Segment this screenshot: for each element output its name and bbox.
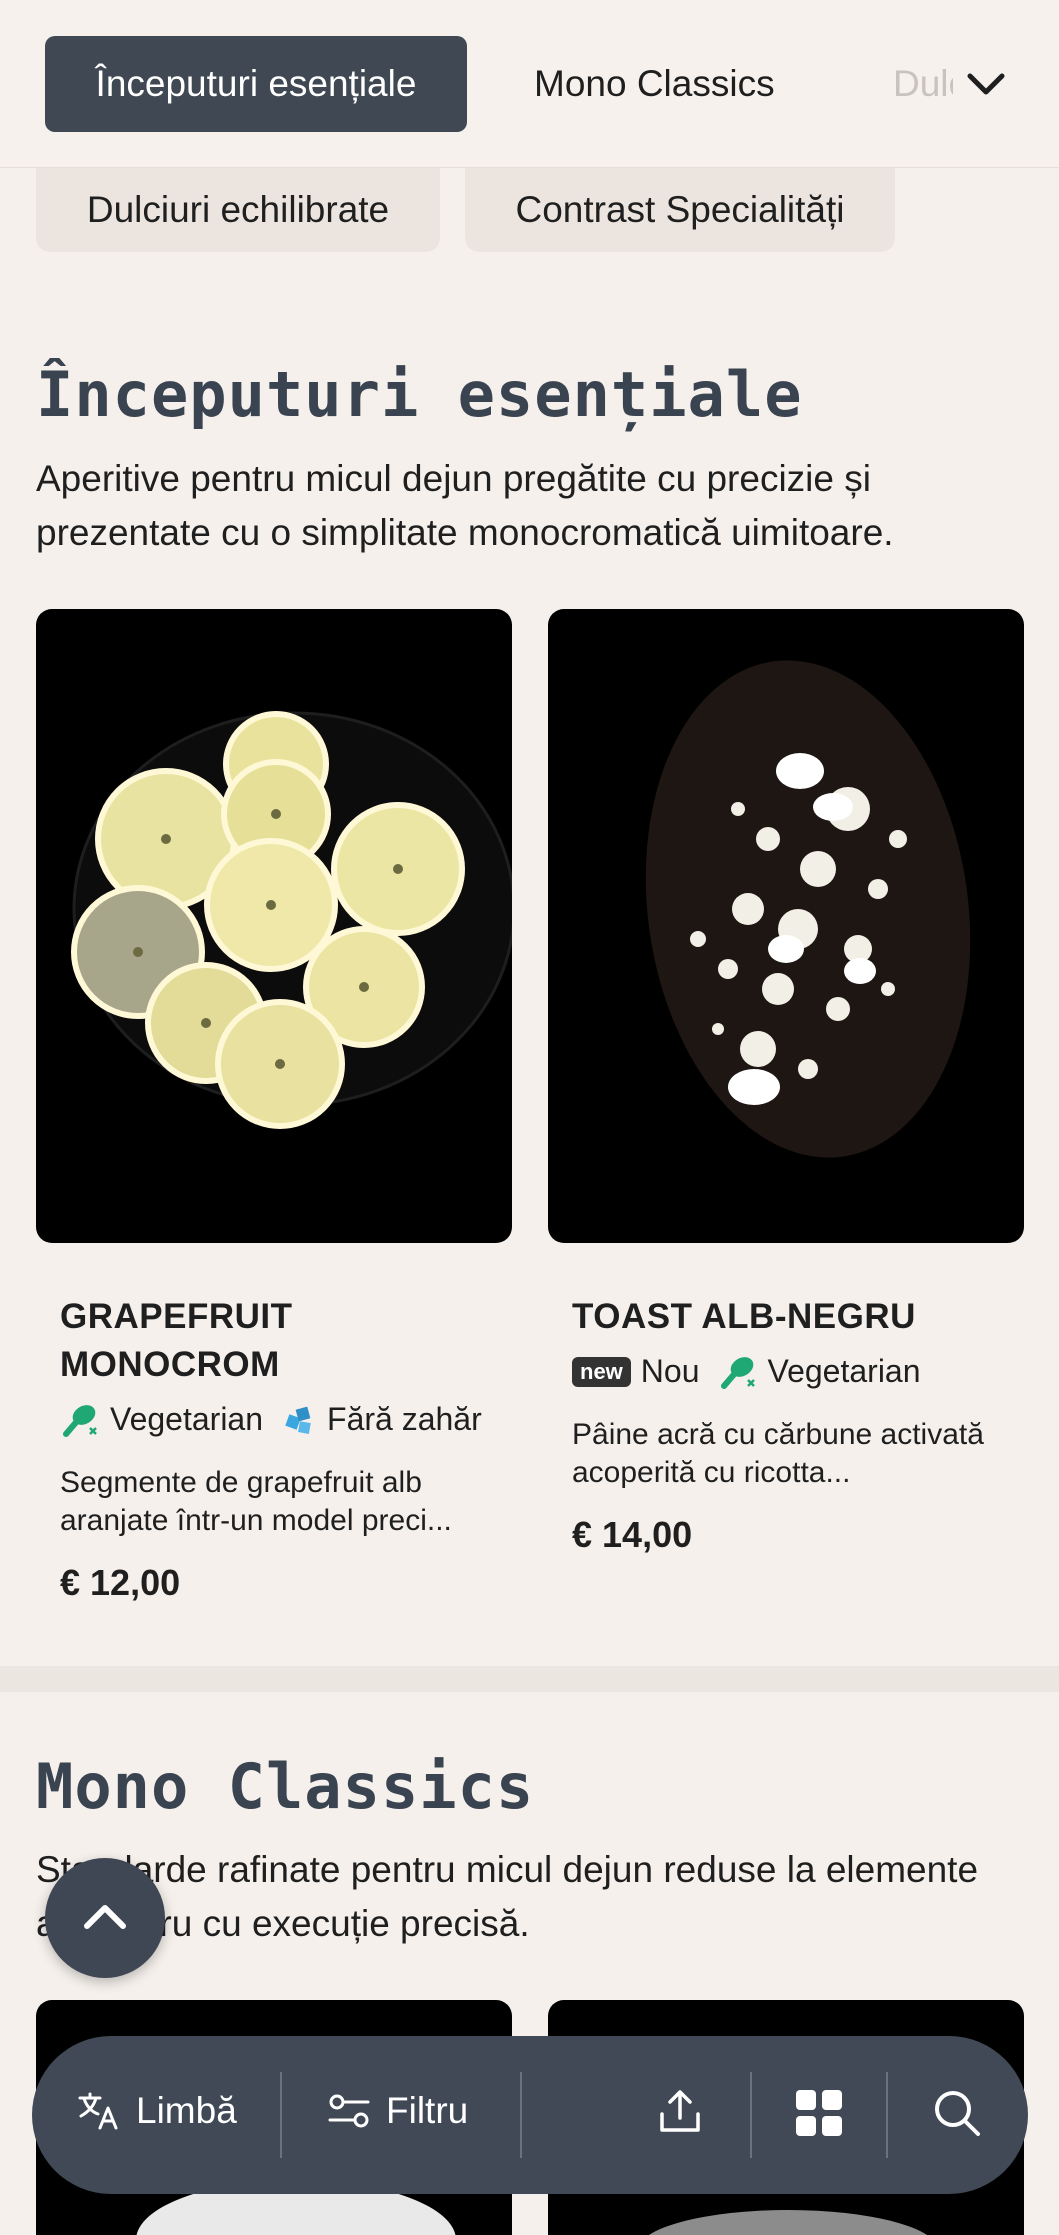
tag-label: Nou — [640, 1353, 700, 1389]
menu-card[interactable]: GRAPEFRUIT MONOCROM Vegetarian Fără zahă… — [36, 609, 512, 1604]
tab-dulciuri-echilibrate[interactable]: Dulciuri echilibrate — [893, 36, 953, 132]
category-nav: Începuturi esențiale Mono Classics Dulci… — [0, 0, 1059, 168]
card-price: € 12,00 — [60, 1562, 181, 1603]
card-price: € 14,00 — [572, 1514, 693, 1555]
translate-icon — [78, 2092, 118, 2130]
share-button[interactable] — [654, 2086, 706, 2138]
toolbar-separator — [520, 2072, 522, 2158]
toolbar-separator — [886, 2072, 888, 2158]
tag-sugar-free: Fără zahăr — [281, 1401, 482, 1438]
tag-vegetarian: Vegetarian — [60, 1401, 263, 1438]
filter-button[interactable]: Filtru — [326, 2088, 468, 2134]
grid-icon — [796, 2090, 842, 2136]
section-divider — [0, 1666, 1059, 1692]
card-description: Segmente de grapefruit alb aranjate într… — [60, 1466, 452, 1537]
drumstick-leaf-icon — [63, 1404, 97, 1437]
search-icon — [935, 2091, 980, 2136]
tag-label: Fără zahăr — [327, 1401, 482, 1437]
tag-new: new Nou — [572, 1353, 700, 1390]
share-icon — [660, 2090, 700, 2132]
card-name: TOAST ALB-NEGRU — [572, 1297, 916, 1336]
new-badge: new — [572, 1356, 631, 1387]
card-description: Pâine acră cu cărbune activată acoperită… — [572, 1418, 984, 1489]
section-title: Începuturi esențiale — [36, 358, 803, 431]
tag-label: Vegetarian — [110, 1401, 264, 1437]
chevron-up-icon — [84, 1905, 126, 1929]
card-name: GRAPEFRUIT MONOCROM — [60, 1297, 293, 1384]
menu-card[interactable]: TOAST ALB-NEGRU new Nou Vegetarian Pâine… — [548, 609, 1024, 1556]
language-label: Limbă — [136, 2090, 237, 2131]
scroll-top-button[interactable] — [45, 1858, 165, 1978]
toolbar-separator — [750, 2072, 752, 2158]
card-tags: Vegetarian Fără zahăr — [60, 1401, 488, 1438]
filter-label: Filtru — [386, 2090, 469, 2131]
tag-label: Vegetarian — [767, 1353, 921, 1389]
tab-mono-classics[interactable]: Mono Classics — [534, 36, 775, 132]
grapefruit-image — [36, 609, 512, 1243]
grid-view-button[interactable] — [794, 2088, 844, 2138]
search-button[interactable] — [932, 2088, 982, 2138]
language-button[interactable]: Limbă — [76, 2088, 237, 2134]
toolbar-separator — [280, 2072, 282, 2158]
drumstick-leaf-icon — [720, 1356, 755, 1389]
toast-image — [548, 609, 1024, 1243]
card-tags: new Nou Vegetarian — [572, 1353, 1000, 1390]
chevron-down-icon[interactable] — [962, 60, 1010, 108]
section-title: Mono Classics — [36, 1750, 535, 1823]
bottom-toolbar: Limbă Filtru — [32, 2036, 1028, 2194]
tab-inceputuri-esentiale[interactable]: Începuturi esențiale — [45, 36, 467, 132]
filter-sliders-icon — [328, 2094, 370, 2128]
tag-vegetarian: Vegetarian — [718, 1353, 921, 1390]
sugar-free-icon — [285, 1406, 311, 1434]
section-description: Aperitive pentru micul dejun pregătite c… — [36, 458, 894, 553]
section-description: Standarde rafinate pentru micul dejun re… — [36, 1849, 979, 1944]
chip-contrast-specialitati[interactable]: Contrast Specialități — [465, 168, 895, 252]
chip-dulciuri-echilibrate[interactable]: Dulciuri echilibrate — [36, 168, 440, 252]
